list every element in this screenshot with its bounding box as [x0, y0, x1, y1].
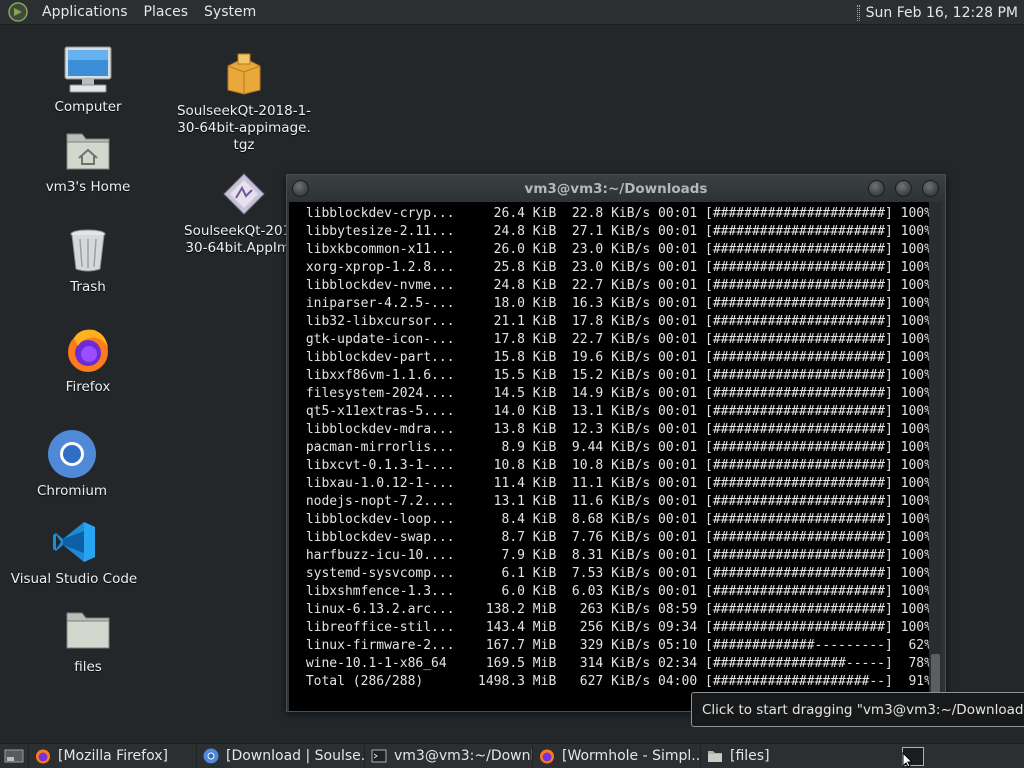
trash-icon: [70, 229, 106, 272]
show-desktop-icon: [4, 749, 24, 763]
terminal-window[interactable]: vm3@vm3:~/Downloads libblockdev-cryp... …: [286, 174, 946, 712]
desktop-icon-home[interactable]: vm3's Home: [45, 124, 131, 196]
terminal-line: wine-10.1-1-x86_64 169.5 MiB 314 KiB/s 0…: [298, 656, 929, 671]
terminal-line: libxau-1.0.12-1-... 11.4 KiB 11.1 KiB/s …: [298, 476, 929, 491]
terminal-line: pacman-mirrorlis... 8.9 KiB 9.44 KiB/s 0…: [298, 440, 929, 455]
terminal-line: nodejs-nopt-7.2.... 13.1 KiB 11.6 KiB/s …: [298, 494, 929, 509]
terminal-line: systemd-sysvcomp... 6.1 KiB 7.53 KiB/s 0…: [298, 566, 929, 581]
terminal-line: libxxf86vm-1.1.6... 15.5 KiB 15.2 KiB/s …: [298, 368, 929, 383]
clock-area: Sun Feb 16, 12:28 PM: [856, 0, 1018, 25]
terminal-output[interactable]: libblockdev-cryp... 26.4 KiB 22.8 KiB/s …: [289, 202, 929, 711]
desktop-icon-chromium[interactable]: Chromium: [32, 428, 112, 500]
terminal-line: libbytesize-2.11... 24.8 KiB 27.1 KiB/s …: [298, 224, 929, 239]
system-menu[interactable]: System: [196, 0, 264, 25]
chromium-icon: [48, 430, 96, 478]
terminal-line: iniparser-4.2.5-... 18.0 KiB 16.3 KiB/s …: [298, 296, 929, 311]
terminal-line: qt5-x11extras-5.... 14.0 KiB 13.1 KiB/s …: [298, 404, 929, 419]
desktop-icon-label: Firefox: [65, 379, 111, 395]
terminal-line: libblockdev-mdra... 13.8 KiB 12.3 KiB/s …: [298, 422, 929, 437]
firefox-icon: [36, 749, 50, 764]
terminal-line: libblockdev-loop... 8.4 KiB 8.68 KiB/s 0…: [298, 512, 929, 527]
desktop-icon-label: SoulseekQt-2018-1- 30-64bit-appimage. tg…: [176, 103, 312, 153]
desktop-icon-soulseek-tgz[interactable]: SoulseekQt-2018-1- 30-64bit-appimage. tg…: [176, 48, 312, 154]
terminal-line: libblockdev-cryp... 26.4 KiB 22.8 KiB/s …: [298, 206, 929, 221]
taskbar-item-terminal[interactable]: vm3@vm3:~/Downl...: [364, 744, 532, 768]
taskbar-item-chromium[interactable]: [Download | Soulse...: [196, 744, 364, 768]
desktop-icon-label: Trash: [70, 279, 106, 295]
window-title: vm3@vm3:~/Downloads: [524, 180, 708, 197]
maximize-button[interactable]: [895, 180, 912, 197]
clock[interactable]: Sun Feb 16, 12:28 PM: [866, 5, 1018, 21]
desktop-icon-vscode[interactable]: Visual Studio Code: [10, 516, 138, 588]
appimage-icon: [223, 173, 265, 215]
terminal-line: libxkbcommon-x11... 26.0 KiB 23.0 KiB/s …: [298, 242, 929, 257]
desktop-icon-label: Chromium: [36, 483, 108, 499]
terminal-line: libxcvt-0.1.3-1-... 10.8 KiB 10.8 KiB/s …: [298, 458, 929, 473]
chromium-icon: [203, 748, 219, 764]
top-panel: Applications Places System Sun Feb 16, 1…: [0, 0, 1024, 25]
desktop-icon-trash[interactable]: Trash: [48, 224, 128, 296]
folder-icon: [66, 612, 110, 649]
firefox-icon: [68, 329, 108, 372]
terminal-line: libblockdev-part... 15.8 KiB 19.6 KiB/s …: [298, 350, 929, 365]
archive-icon: [227, 53, 261, 95]
taskbar-item-label: [Download | Soulse...: [226, 748, 364, 764]
desktop-icon-label: Visual Studio Code: [10, 571, 138, 587]
desktop-icon-label: SoulseekQt-2018 30-64bit.AppIma: [184, 223, 300, 256]
terminal-line: harfbuzz-icu-10.... 7.9 KiB 8.31 KiB/s 0…: [298, 548, 929, 563]
close-button[interactable]: [922, 180, 939, 197]
terminal-line: libblockdev-nvme... 24.8 KiB 22.7 KiB/s …: [298, 278, 929, 293]
firefox-icon: [540, 749, 554, 764]
computer-icon: [64, 46, 112, 93]
minimize-button[interactable]: [868, 180, 885, 197]
terminal-line: lib32-libxcursor... 21.1 KiB 17.8 KiB/s …: [298, 314, 929, 329]
vscode-icon: [53, 522, 95, 562]
terminal-line: filesystem-2024.... 14.5 KiB 14.9 KiB/s …: [298, 386, 929, 401]
taskbar-item-label: [Wormhole - Simpl...: [562, 748, 700, 764]
mate-logo-icon[interactable]: [8, 2, 28, 22]
desktop-icon-label: vm3's Home: [45, 179, 131, 195]
desktop-icon-computer[interactable]: Computer: [48, 44, 128, 116]
drag-tooltip: Click to start dragging "vm3@vm3:~/Downl…: [691, 692, 1024, 727]
taskbar-item-files[interactable]: [files]: [700, 744, 868, 768]
show-desktop-button[interactable]: [0, 744, 28, 768]
taskbar-item-wormhole[interactable]: [Wormhole - Simpl...: [532, 744, 700, 768]
folder-icon: [708, 751, 722, 762]
terminal-line: libreoffice-stil... 143.4 MiB 256 KiB/s …: [298, 620, 929, 635]
window-menu-button[interactable]: [292, 180, 309, 197]
terminal-line: gtk-update-icon-... 17.8 KiB 22.7 KiB/s …: [298, 332, 929, 347]
terminal-scrollbar[interactable]: [929, 202, 942, 711]
desktop-icon-label: Computer: [54, 99, 122, 115]
applications-menu[interactable]: Applications: [34, 0, 136, 25]
taskbar-item-label: [Mozilla Firefox]: [58, 748, 168, 764]
window-titlebar[interactable]: vm3@vm3:~/Downloads: [287, 175, 945, 202]
terminal-line: linux-firmware-2... 167.7 MiB 329 KiB/s …: [298, 638, 929, 653]
bottom-taskbar: [Mozilla Firefox] [Download | Soulse... …: [0, 743, 1024, 768]
taskbar-item-label: vm3@vm3:~/Downl...: [394, 748, 532, 764]
mouse-cursor-icon: [902, 752, 914, 768]
terminal-line: Total (286/288) 1498.3 MiB 627 KiB/s 04:…: [298, 674, 929, 689]
desktop-icon-label: files: [74, 659, 102, 675]
terminal-line: linux-6.13.2.arc... 138.2 MiB 263 KiB/s …: [298, 602, 929, 617]
desktop-icon-firefox[interactable]: Firefox: [48, 324, 128, 396]
terminal-icon: [371, 749, 387, 763]
terminal-line: libxshmfence-1.3... 6.0 KiB 6.03 KiB/s 0…: [298, 584, 929, 599]
taskbar-item-firefox[interactable]: [Mozilla Firefox]: [28, 744, 196, 768]
taskbar-item-label: [files]: [730, 748, 770, 764]
terminal-line: xorg-xprop-1.2.8... 25.8 KiB 23.0 KiB/s …: [298, 260, 929, 275]
home-folder-icon: [66, 133, 110, 170]
places-menu[interactable]: Places: [136, 0, 197, 25]
terminal-line: libblockdev-swap... 8.7 KiB 7.76 KiB/s 0…: [298, 530, 929, 545]
panel-grip-handle[interactable]: [856, 4, 860, 21]
terminal-lines: libblockdev-cryp... 26.4 KiB 22.8 KiB/s …: [298, 205, 929, 691]
desktop-icon-files[interactable]: files: [48, 604, 128, 676]
